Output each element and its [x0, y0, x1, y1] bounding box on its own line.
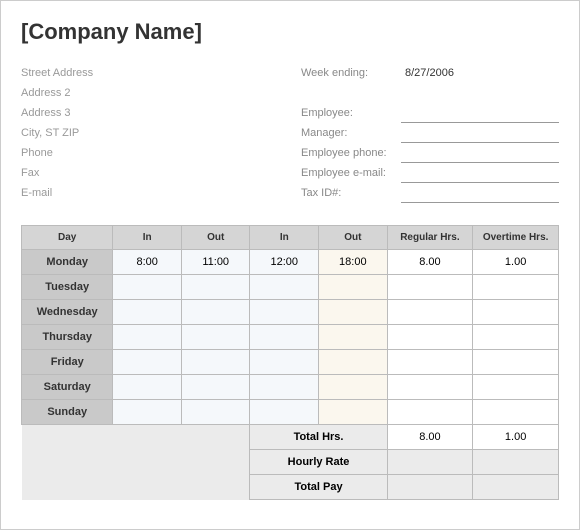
out2-cell: [319, 400, 388, 425]
total-pay-label: Total Pay: [250, 475, 387, 500]
out1-cell: [181, 375, 250, 400]
out1-cell: [181, 400, 250, 425]
table-row: Monday8:0011:0012:0018:008.001.00: [22, 250, 559, 275]
day-cell: Wednesday: [22, 300, 113, 325]
day-cell: Tuesday: [22, 275, 113, 300]
out2-cell: [319, 375, 388, 400]
phone-label: Phone: [21, 143, 281, 163]
reg-cell: [387, 350, 473, 375]
reg-cell: [387, 275, 473, 300]
timesheet-table: Day In Out In Out Regular Hrs. Overtime …: [21, 225, 559, 500]
ot-cell: [473, 325, 559, 350]
employee-label: Employee:: [301, 103, 401, 123]
ot-cell: [473, 275, 559, 300]
in2-cell: [250, 400, 319, 425]
in1-cell: [113, 300, 182, 325]
city-st-zip: City, ST ZIP: [21, 123, 281, 143]
in2-cell: [250, 275, 319, 300]
in1-cell: [113, 350, 182, 375]
day-cell: Friday: [22, 350, 113, 375]
address-3: Address 3: [21, 103, 281, 123]
out1-cell: [181, 275, 250, 300]
address-2: Address 2: [21, 83, 281, 103]
header-day: Day: [22, 226, 113, 250]
in1-cell: [113, 375, 182, 400]
total-pay-reg: [387, 475, 473, 500]
hourly-rate-reg: [387, 450, 473, 475]
in2-cell: [250, 325, 319, 350]
street-address: Street Address: [21, 63, 281, 83]
info-block: Week ending: 8/27/2006 Employee: Manager…: [301, 63, 559, 203]
email-label: E-mail: [21, 183, 281, 203]
out2-cell: 18:00: [319, 250, 388, 275]
header-out2: Out: [319, 226, 388, 250]
in1-cell: [113, 400, 182, 425]
out1-cell: [181, 300, 250, 325]
emp-email-value: [401, 167, 559, 183]
header-out1: Out: [181, 226, 250, 250]
out2-cell: [319, 300, 388, 325]
address-block: Street Address Address 2 Address 3 City,…: [21, 63, 281, 203]
reg-cell: [387, 300, 473, 325]
ot-cell: [473, 300, 559, 325]
reg-cell: 8.00: [387, 250, 473, 275]
table-row: Thursday: [22, 325, 559, 350]
reg-cell: [387, 400, 473, 425]
day-cell: Sunday: [22, 400, 113, 425]
manager-label: Manager:: [301, 123, 401, 143]
header-ot: Overtime Hrs.: [473, 226, 559, 250]
table-row: Sunday: [22, 400, 559, 425]
out2-cell: [319, 325, 388, 350]
tax-id-value: [401, 187, 559, 203]
out1-cell: [181, 325, 250, 350]
in2-cell: [250, 300, 319, 325]
out1-cell: [181, 350, 250, 375]
emp-phone-label: Employee phone:: [301, 143, 401, 163]
tax-id-label: Tax ID#:: [301, 183, 401, 203]
emp-phone-value: [401, 147, 559, 163]
reg-cell: [387, 325, 473, 350]
table-row: Friday: [22, 350, 559, 375]
out2-cell: [319, 275, 388, 300]
hourly-rate-ot: [473, 450, 559, 475]
day-cell: Thursday: [22, 325, 113, 350]
ot-cell: [473, 400, 559, 425]
table-row: Wednesday: [22, 300, 559, 325]
in2-cell: 12:00: [250, 250, 319, 275]
fax-label: Fax: [21, 163, 281, 183]
header-in1: In: [113, 226, 182, 250]
in1-cell: [113, 325, 182, 350]
hourly-rate-label: Hourly Rate: [250, 450, 387, 475]
reg-cell: [387, 375, 473, 400]
employee-value: [401, 107, 559, 123]
in1-cell: 8:00: [113, 250, 182, 275]
in2-cell: [250, 350, 319, 375]
emp-email-label: Employee e-mail:: [301, 163, 401, 183]
ot-cell: 1.00: [473, 250, 559, 275]
total-hrs-label: Total Hrs.: [250, 425, 387, 450]
header-reg: Regular Hrs.: [387, 226, 473, 250]
week-ending-value: 8/27/2006: [401, 63, 559, 83]
day-cell: Monday: [22, 250, 113, 275]
ot-cell: [473, 350, 559, 375]
out2-cell: [319, 350, 388, 375]
table-row: Tuesday: [22, 275, 559, 300]
out1-cell: 11:00: [181, 250, 250, 275]
manager-value: [401, 127, 559, 143]
day-cell: Saturday: [22, 375, 113, 400]
header-in2: In: [250, 226, 319, 250]
in2-cell: [250, 375, 319, 400]
total-reg: 8.00: [387, 425, 473, 450]
table-row: Saturday: [22, 375, 559, 400]
total-pay-ot: [473, 475, 559, 500]
in1-cell: [113, 275, 182, 300]
total-ot: 1.00: [473, 425, 559, 450]
company-name-title: [Company Name]: [21, 19, 559, 45]
week-ending-label: Week ending:: [301, 63, 401, 83]
ot-cell: [473, 375, 559, 400]
